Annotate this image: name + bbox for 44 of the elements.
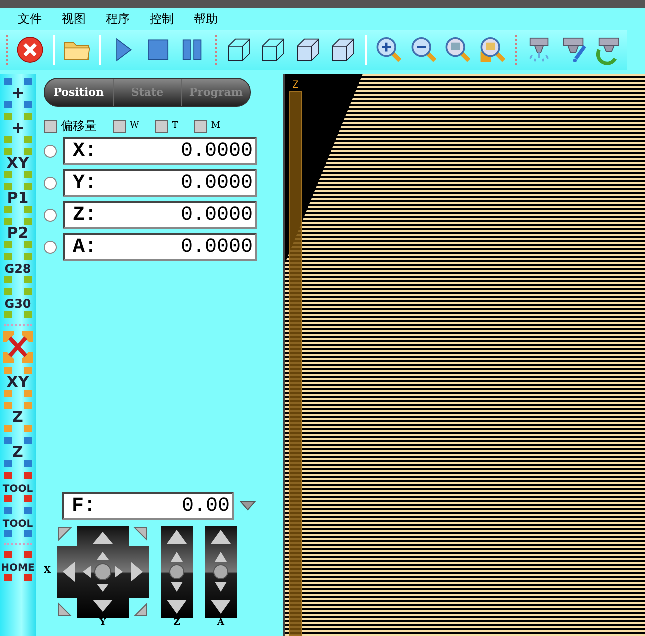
axis-label: X <box>44 566 51 576</box>
coordinate-display: Z: 0.0000 <box>63 201 257 229</box>
axis-label: Y <box>100 618 106 628</box>
radio-button[interactable] <box>44 144 57 158</box>
checkbox-label: W <box>130 121 140 131</box>
radio-button[interactable] <box>44 240 57 254</box>
machine-button[interactable]: P1 <box>1 181 35 215</box>
machine-button[interactable]: HOME <box>1 549 35 583</box>
xy-jog-pad[interactable] <box>56 526 149 618</box>
coordinate-display: Y: 0.0000 <box>63 169 257 197</box>
menu-item[interactable]: 程序 <box>96 10 140 28</box>
machine-button[interactable]: G30 <box>1 286 35 320</box>
machine-button[interactable]: XY <box>1 146 35 180</box>
checkbox[interactable] <box>44 120 57 132</box>
menu-item[interactable]: 控制 <box>140 10 184 28</box>
menu-item[interactable]: 视图 <box>52 10 96 28</box>
radio-button[interactable] <box>44 208 57 222</box>
checkbox-label: 偏移量 <box>61 118 97 134</box>
dropdown-arrow-icon[interactable] <box>240 501 256 511</box>
machine-button[interactable]: Z <box>1 400 35 434</box>
tab[interactable]: Position <box>45 79 114 106</box>
z-jog-control[interactable] <box>160 526 193 618</box>
menu-item[interactable]: 文件 <box>8 10 52 28</box>
checkbox[interactable] <box>155 120 168 132</box>
a-jog-control[interactable] <box>204 526 237 618</box>
axis-label: Z <box>174 618 180 628</box>
checkbox-label: T <box>172 121 178 131</box>
coordinate-display: A: 0.0000 <box>63 233 257 261</box>
axis-label: A <box>217 618 224 628</box>
machine-button[interactable]: TOOL <box>1 505 35 539</box>
coordinate-display: X: 0.0000 <box>63 137 257 165</box>
checkbox-label: M <box>211 121 220 131</box>
menu-item[interactable]: 帮助 <box>184 10 228 28</box>
machine-button[interactable]: Z <box>1 435 35 469</box>
checkbox[interactable] <box>194 120 208 132</box>
machine-button[interactable]: P2 <box>1 216 35 250</box>
machine-button[interactable]: G28 <box>1 251 35 285</box>
feed-rate-display: F: 0.00 <box>62 492 234 520</box>
checkbox[interactable] <box>113 120 126 132</box>
machine-button[interactable]: TOOL <box>1 470 35 504</box>
radio-button[interactable] <box>44 176 57 190</box>
close-icon[interactable] <box>16 34 45 66</box>
machine-button[interactable]: XY <box>1 365 35 399</box>
z-gauge-label: Z <box>292 80 299 91</box>
